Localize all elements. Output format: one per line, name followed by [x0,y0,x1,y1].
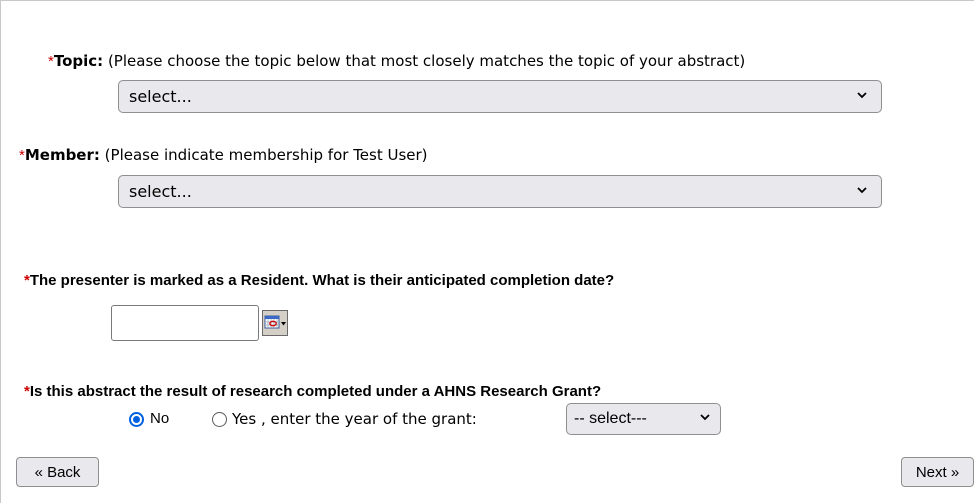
topic-label: Topic: [53,52,104,70]
grant-no-label[interactable]: No [150,410,169,427]
grant-no-radio[interactable] [129,412,144,427]
completion-question: *The presenter is marked as a Resident. … [24,272,614,289]
member-select[interactable]: select... [118,175,882,208]
topic-label-row: *Topic: (Please choose the topic below t… [48,52,745,70]
chevron-down-icon [700,414,710,421]
calendar-picker-button[interactable] [262,310,288,336]
topic-hint: (Please choose the topic below that most… [107,52,746,70]
radio-selected-dot [133,416,140,423]
grant-yes-radio[interactable] [212,412,227,427]
grant-yes-label[interactable]: Yes , enter the year of the grant: [232,410,477,428]
topic-select-value: select... [129,87,192,106]
topic-select[interactable]: select... [118,80,882,113]
grant-year-select[interactable]: -- select--- [566,403,721,435]
member-hint: (Please indicate membership for Test Use… [104,146,428,164]
grant-question-text: Is this abstract the result of research … [29,383,602,400]
chevron-down-icon [857,91,867,98]
completion-date-input[interactable] [111,305,259,341]
member-label-row: *Member: (Please indicate membership for… [19,146,428,164]
back-button[interactable]: « Back [16,457,99,487]
grant-question: *Is this abstract the result of research… [24,383,601,400]
member-label: Member: [24,146,100,164]
calendar-icon [264,315,286,329]
completion-question-text: The presenter is marked as a Resident. W… [29,272,615,289]
next-button[interactable]: Next » [901,457,974,487]
form-frame [0,0,974,503]
grant-year-select-value: -- select--- [574,410,647,427]
member-select-value: select... [129,182,192,201]
chevron-down-icon [857,186,867,193]
